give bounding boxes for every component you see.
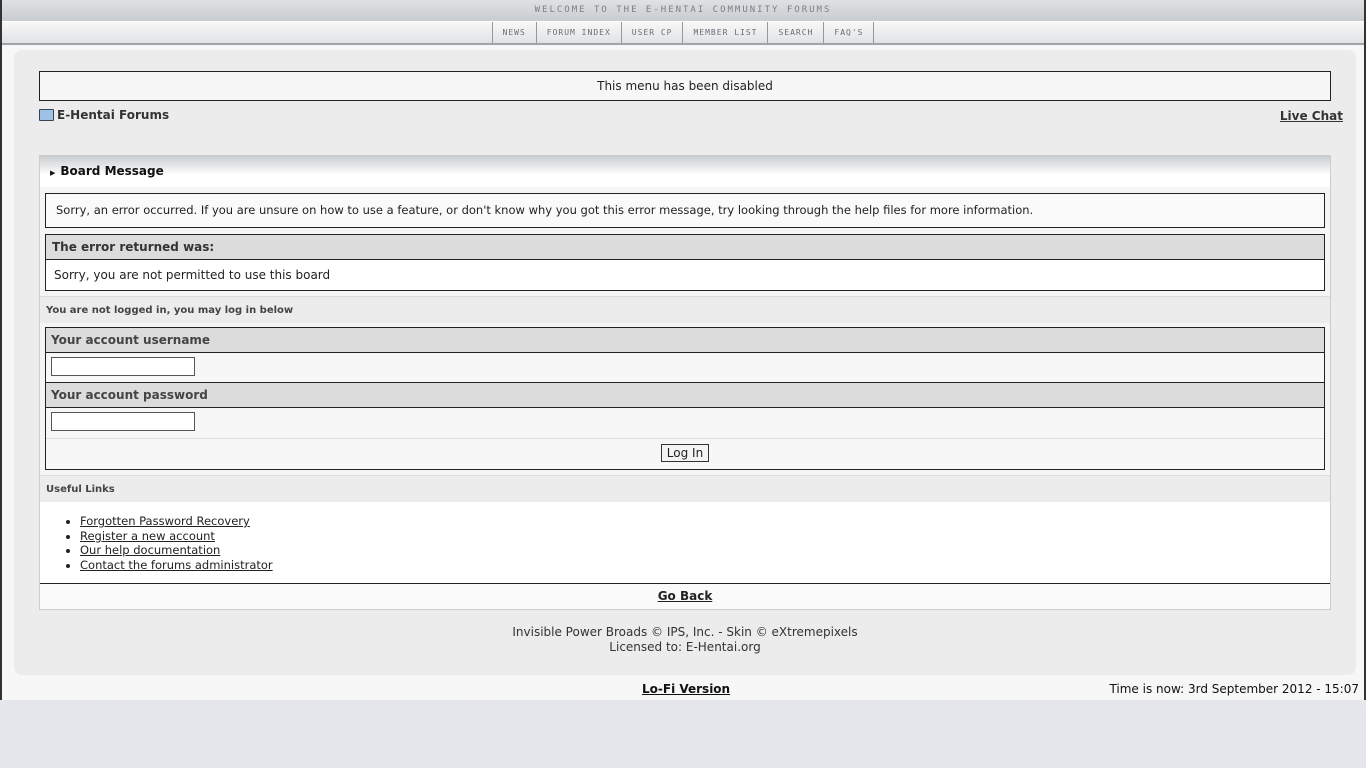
username-label: Your account username xyxy=(46,328,1324,353)
error-heading: The error returned was: xyxy=(46,235,1324,260)
go-back-link[interactable]: Go Back xyxy=(658,589,713,603)
error-intro: Sorry, an error occurred. If you are uns… xyxy=(45,193,1325,228)
page-wrapper: Welcome to the E-Hentai Community Forums… xyxy=(0,0,1366,700)
board-message-title: Board Message xyxy=(60,164,164,178)
error-text: Sorry, you are not permitted to use this… xyxy=(46,260,1324,290)
license-line: Licensed to: E-Hentai.org xyxy=(609,640,761,654)
link-contact-admin[interactable]: Contact the forums administrator xyxy=(80,558,273,572)
copyright-line: Invisible Power Broads © IPS, Inc. - Ski… xyxy=(512,625,858,639)
current-time: Time is now: 3rd September 2012 - 15:07 xyxy=(1109,682,1359,696)
nav-search[interactable]: Search xyxy=(767,22,823,43)
login-intro: You are not logged in, you may log in be… xyxy=(40,296,1330,323)
copyright: Invisible Power Broads © IPS, Inc. - Ski… xyxy=(14,625,1356,655)
folder-icon xyxy=(39,109,54,121)
link-password-recovery[interactable]: Forgotten Password Recovery xyxy=(80,514,250,528)
board-message-header: ▶ Board Message xyxy=(40,156,1330,187)
username-input[interactable] xyxy=(51,357,195,376)
error-box: The error returned was: Sorry, you are n… xyxy=(45,234,1325,291)
triangle-right-icon: ▶ xyxy=(50,169,56,177)
nav-forum-index[interactable]: Forum Index xyxy=(535,22,621,43)
breadcrumb-forums-link[interactable]: E-Hentai Forums xyxy=(57,108,169,122)
lofi-version-link[interactable]: Lo-Fi Version xyxy=(642,682,730,696)
main-panel: This menu has been disabled E-Hentai For… xyxy=(14,50,1356,675)
live-chat-link[interactable]: Live Chat xyxy=(1280,109,1343,123)
nav-news[interactable]: News xyxy=(491,22,536,43)
password-label: Your account password xyxy=(46,383,1324,408)
welcome-banner: Welcome to the E-Hentai Community Forums xyxy=(2,0,1364,21)
disabled-menu-notice: This menu has been disabled xyxy=(39,71,1331,101)
useful-links: Useful Links Forgotten Password Recovery… xyxy=(40,475,1330,583)
password-input[interactable] xyxy=(51,412,195,431)
useful-links-title: Useful Links xyxy=(40,475,1330,502)
log-in-button[interactable]: Log In xyxy=(660,444,710,462)
nav-faqs[interactable]: FAQ's xyxy=(823,22,875,43)
login-form: Your account username Your account passw… xyxy=(45,327,1325,470)
link-help[interactable]: Our help documentation xyxy=(80,543,220,557)
board-message-box: ▶ Board Message Sorry, an error occurred.… xyxy=(39,155,1331,610)
top-nav: News Forum Index User CP Member List Sea… xyxy=(2,21,1364,45)
nav-user-cp[interactable]: User CP xyxy=(620,22,683,43)
link-register[interactable]: Register a new account xyxy=(80,529,215,543)
breadcrumb: E-Hentai Forums xyxy=(39,108,169,122)
nav-member-list[interactable]: Member List xyxy=(682,22,767,43)
